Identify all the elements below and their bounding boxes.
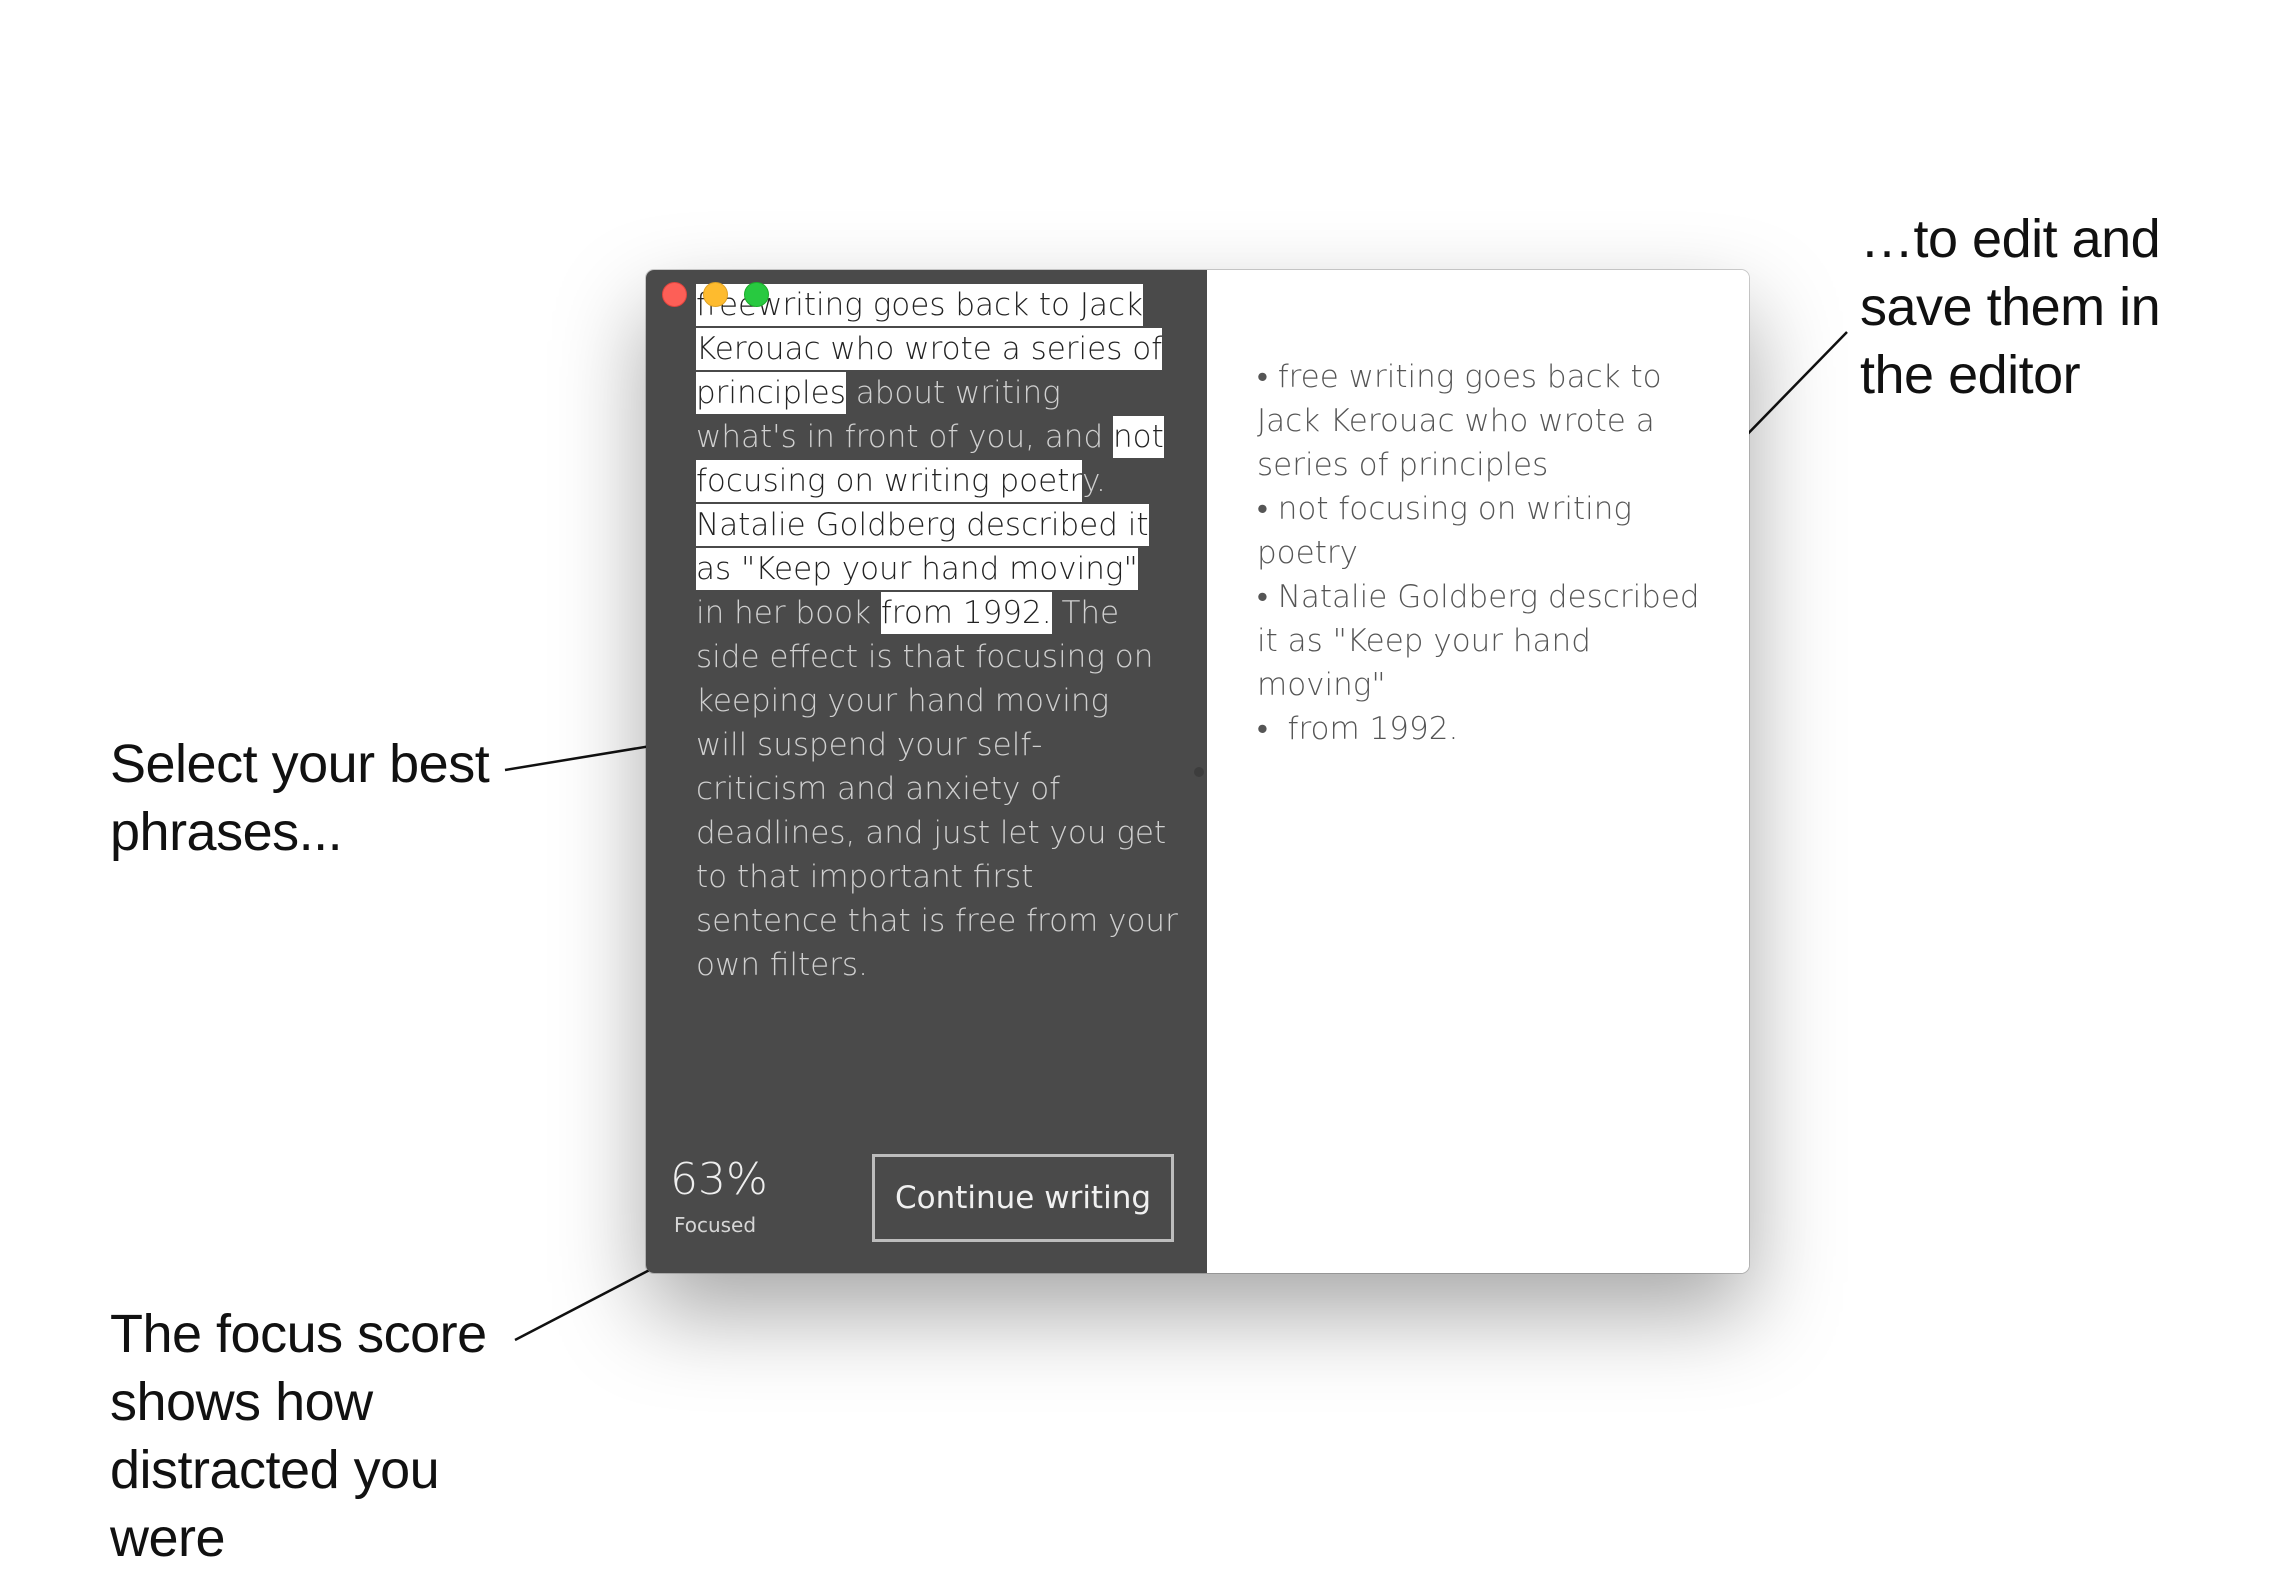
annotation-line: were xyxy=(110,1508,226,1568)
draft-line: side effect is that focusing on xyxy=(696,635,1166,679)
focus-score-value: 63% xyxy=(670,1154,768,1205)
draft-phrase: keeping your hand moving xyxy=(696,683,1110,719)
editor-line: series of principles xyxy=(1257,447,1549,483)
selected-phrase[interactable]: Kerouac who wrote a series of xyxy=(696,328,1163,370)
annotation-line: the editor xyxy=(1860,345,2081,405)
annotation-focus-score: The focus score shows how distracted you… xyxy=(110,1300,530,1572)
editor-line: poetry xyxy=(1257,535,1358,571)
draft-line: focusing on writing poetry. xyxy=(696,459,1166,503)
annotation-select-phrases: Select your best phrases... xyxy=(110,730,530,866)
draft-phrase: The xyxy=(1051,595,1120,631)
pane-divider-handle[interactable] xyxy=(1194,767,1204,777)
annotation-edit-save: …to edit and save them in the editor xyxy=(1860,205,2260,409)
selected-phrase[interactable]: not xyxy=(1112,416,1164,458)
annotation-line: The focus score xyxy=(110,1304,487,1364)
annotation-line: …to edit and xyxy=(1860,209,2161,269)
draft-line: Natalie Goldberg described it xyxy=(696,503,1166,547)
focus-score-label: Focused xyxy=(673,1213,757,1237)
close-window-button[interactable] xyxy=(662,282,687,307)
draft-line: as "Keep your hand moving" xyxy=(696,547,1166,591)
editor-line: it as "Keep your hand xyxy=(1257,623,1591,659)
selected-phrase[interactable]: from 1992. xyxy=(880,592,1052,634)
annotation-line: save them in xyxy=(1860,277,2161,337)
annotation-line: distracted you xyxy=(110,1440,440,1500)
draft-text[interactable]: freewriting goes back to Jack Kerouac who… xyxy=(696,283,1178,987)
draft-phrase: deadlines, and just let you get xyxy=(696,815,1167,851)
draft-line: principles about writing xyxy=(696,371,1166,415)
zoom-window-button[interactable] xyxy=(744,282,769,307)
draft-phrase: in her book xyxy=(696,595,881,631)
editor-line: • from 1992. xyxy=(1257,711,1459,747)
continue-writing-button[interactable]: Continue writing xyxy=(872,1154,1174,1242)
draft-line: in her book from 1992. The xyxy=(696,591,1166,635)
annotation-line: Select your best xyxy=(110,734,490,794)
annotation-line: phrases... xyxy=(110,802,343,862)
draft-line: keeping your hand moving xyxy=(696,679,1166,723)
selected-phrase[interactable]: Natalie Goldberg described it xyxy=(696,504,1149,546)
selected-phrase[interactable]: as "Keep your hand moving" xyxy=(696,548,1138,590)
draft-phrase: criticism and anxiety of xyxy=(696,771,1061,807)
draft-phrase: side effect is that focusing on xyxy=(696,639,1154,675)
draft-line: deadlines, and just let you get xyxy=(696,811,1166,855)
draft-line: will suspend your self- xyxy=(696,723,1166,767)
window-controls xyxy=(662,282,769,307)
draft-line: sentence that is free from your xyxy=(696,899,1178,943)
editor-line: • free writing goes back to xyxy=(1257,359,1662,395)
draft-phrase: to that important first xyxy=(696,859,1034,895)
draft-phrase: own filters. xyxy=(696,947,868,983)
editor-pane: • free writing goes back to Jack Kerouac … xyxy=(1207,270,1749,1273)
draft-phrase: will suspend your self- xyxy=(696,727,1043,763)
minimize-window-button[interactable] xyxy=(703,282,728,307)
draft-phrase: y. xyxy=(1082,463,1106,499)
app-window: freewriting goes back to Jack Kerouac who… xyxy=(646,270,1749,1273)
editor-line: • not focusing on writing xyxy=(1257,491,1632,527)
draft-line: own filters. xyxy=(696,943,1166,987)
screenshot-stage: Select your best phrases... The focus sc… xyxy=(0,0,2285,1591)
draft-phrase: about writing xyxy=(845,375,1061,411)
focus-score: 63% Focused xyxy=(670,1154,768,1239)
editor-text[interactable]: • free writing goes back to Jack Kerouac … xyxy=(1257,355,1717,751)
draft-line: to that important first xyxy=(696,855,1166,899)
editor-line: Jack Kerouac who wrote a xyxy=(1257,403,1655,439)
selected-phrase[interactable]: principles xyxy=(696,372,846,414)
draft-pane: freewriting goes back to Jack Kerouac who… xyxy=(646,270,1207,1273)
selected-phrase[interactable]: focusing on writing poetr xyxy=(696,460,1083,502)
draft-line: what's in front of you, and not xyxy=(696,415,1166,459)
editor-line: moving" xyxy=(1257,667,1386,703)
draft-phrase: what's in front of you, and xyxy=(696,419,1113,455)
draft-phrase: sentence that is free from your xyxy=(696,903,1178,939)
annotation-line: shows how xyxy=(110,1372,373,1432)
draft-line: Kerouac who wrote a series of xyxy=(696,327,1166,371)
draft-line: criticism and anxiety of xyxy=(696,767,1166,811)
editor-line: • Natalie Goldberg described xyxy=(1257,579,1700,615)
